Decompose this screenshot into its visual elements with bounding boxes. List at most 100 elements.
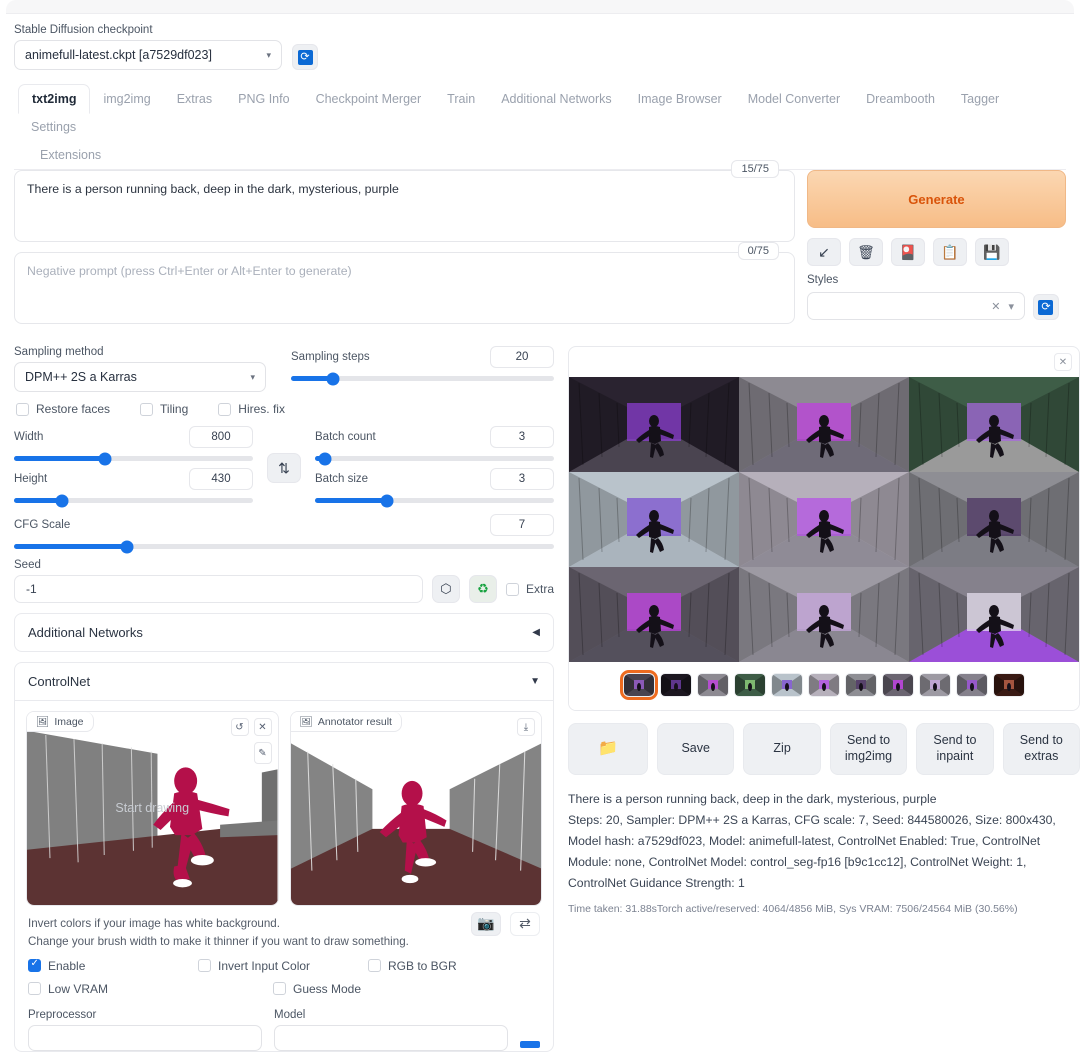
- styles-clear-icon[interactable]: ✕: [991, 300, 1000, 313]
- gallery-thumbnail[interactable]: [624, 674, 654, 696]
- tab-train[interactable]: Train: [434, 85, 488, 113]
- save-button[interactable]: Save: [657, 723, 734, 775]
- gallery-thumbnail[interactable]: [994, 674, 1024, 696]
- checkbox-restore-faces[interactable]: Restore faces: [16, 402, 110, 416]
- thumbnail-image: [957, 674, 987, 696]
- height-slider[interactable]: [14, 498, 253, 503]
- gallery-image[interactable]: [909, 567, 1079, 662]
- controlnet-swap-button[interactable]: ⇄: [510, 912, 540, 936]
- gallery-thumbnail[interactable]: [772, 674, 802, 696]
- styles-select[interactable]: ✕ ▾: [807, 292, 1025, 320]
- clear-image-button[interactable]: ✕: [254, 718, 272, 736]
- send-to-extras-button[interactable]: Send to extras: [1003, 723, 1080, 775]
- sampling-steps-value[interactable]: 20: [490, 346, 554, 368]
- gallery-image[interactable]: [739, 567, 909, 662]
- save-style-button[interactable]: 💾: [975, 238, 1009, 266]
- prompt-token-counter: 15/75: [731, 160, 779, 178]
- clear-prompt-button[interactable]: 🗑: [849, 238, 883, 266]
- gallery-thumbnail[interactable]: [661, 674, 691, 696]
- batch-size-value[interactable]: 3: [490, 468, 554, 490]
- height-value[interactable]: 430: [189, 468, 253, 490]
- sampling-steps-slider[interactable]: [291, 376, 554, 381]
- random-seed-button[interactable]: ⬡: [432, 575, 460, 603]
- refresh-checkpoints-button[interactable]: ⟳: [292, 44, 318, 70]
- checkbox-invert-input-color[interactable]: Invert Input Color: [198, 959, 368, 973]
- width-slider[interactable]: [14, 456, 253, 461]
- sampling-method-select[interactable]: DPM++ 2S a Karras ▾: [14, 362, 266, 392]
- generate-tool-row: ↙ 🗑 🎴 📋 💾: [807, 238, 1066, 266]
- checkbox-hires-fix[interactable]: Hires. fix: [218, 402, 285, 416]
- brush-button[interactable]: ✎: [254, 742, 272, 764]
- tab-dreambooth[interactable]: Dreambooth: [853, 85, 948, 113]
- gallery-thumbnail[interactable]: [846, 674, 876, 696]
- download-button[interactable]: ⤓: [517, 718, 535, 736]
- checkbox-guess-mode[interactable]: Guess Mode: [273, 982, 473, 996]
- controlnet-annotator-tag: 🖼 Annotator result: [291, 712, 402, 732]
- gallery-thumbnail[interactable]: [809, 674, 839, 696]
- gallery-image[interactable]: [739, 472, 909, 567]
- tab-txt2img[interactable]: txt2img: [18, 84, 90, 114]
- width-value[interactable]: 800: [189, 426, 253, 448]
- tab-tagger[interactable]: Tagger: [948, 85, 1012, 113]
- tab-extensions[interactable]: Extensions: [27, 141, 114, 169]
- gallery-thumbnail-strip: [569, 662, 1079, 710]
- sampling-method-label: Sampling method: [14, 346, 277, 358]
- gallery-image[interactable]: [569, 472, 739, 567]
- refresh-styles-button[interactable]: ⟳: [1033, 294, 1059, 320]
- gallery-image[interactable]: [739, 377, 909, 472]
- checkbox-low-vram[interactable]: Low VRAM: [28, 982, 273, 996]
- gallery-thumbnail[interactable]: [957, 674, 987, 696]
- controlnet-accordion[interactable]: ControlNet ▼: [14, 662, 554, 701]
- batch-count-slider[interactable]: [315, 456, 554, 461]
- checkbox-rgb-to-bgr[interactable]: RGB to BGR: [368, 959, 518, 973]
- tab-additional-networks[interactable]: Additional Networks: [488, 85, 624, 113]
- recycle-icon: ♻: [477, 581, 489, 597]
- prompt-input[interactable]: There is a person running back, deep in …: [14, 170, 795, 242]
- seed-extra-checkbox[interactable]: Extra: [506, 582, 554, 596]
- gallery-thumbnail[interactable]: [920, 674, 950, 696]
- close-gallery-button[interactable]: ✕: [1054, 353, 1072, 371]
- webcam-button[interactable]: 📷: [471, 912, 501, 936]
- checkbox-enable[interactable]: Enable: [28, 959, 198, 973]
- zip-button[interactable]: Zip: [743, 723, 820, 775]
- seed-input[interactable]: -1: [14, 575, 423, 603]
- swap-horizontal-icon: ⇄: [519, 913, 531, 935]
- undo-button[interactable]: ↺: [231, 718, 249, 736]
- tab-img2img[interactable]: img2img: [90, 85, 163, 113]
- tab-image-browser[interactable]: Image Browser: [625, 85, 735, 113]
- card-button[interactable]: 🎴: [891, 238, 925, 266]
- reuse-seed-button[interactable]: ♻: [469, 575, 497, 603]
- open-folder-button[interactable]: 📁: [568, 723, 648, 775]
- tab-png-info[interactable]: PNG Info: [225, 85, 302, 113]
- generate-button[interactable]: Generate: [807, 170, 1066, 228]
- tab-checkpoint-merger[interactable]: Checkpoint Merger: [303, 85, 435, 113]
- additional-networks-accordion[interactable]: Additional Networks ◀: [14, 613, 554, 652]
- tab-model-converter[interactable]: Model Converter: [735, 85, 853, 113]
- paste-params-button[interactable]: ↙: [807, 238, 841, 266]
- negative-prompt-input[interactable]: Negative prompt (press Ctrl+Enter or Alt…: [14, 252, 795, 324]
- send-to-inpaint-button[interactable]: Send to inpaint: [916, 723, 993, 775]
- gallery-image[interactable]: [909, 377, 1079, 472]
- batch-size-slider[interactable]: [315, 498, 554, 503]
- cfg-scale-value[interactable]: 7: [490, 514, 554, 536]
- cfg-scale-slider[interactable]: [14, 544, 554, 549]
- swap-dimensions-button[interactable]: ⇅: [267, 453, 301, 483]
- controlnet-input-image[interactable]: 🖼 Image ↺ ✕ ✎: [26, 711, 279, 906]
- controlnet-refresh-button[interactable]: [520, 1041, 540, 1048]
- gallery-image[interactable]: [569, 567, 739, 662]
- gallery-image[interactable]: [569, 377, 739, 472]
- batch-count-value[interactable]: 3: [490, 426, 554, 448]
- checkbox-tiling[interactable]: Tiling: [140, 402, 188, 416]
- checkpoint-select[interactable]: animefull-latest.ckpt [a7529df023] ▾: [14, 40, 282, 70]
- gallery-thumbnail[interactable]: [698, 674, 728, 696]
- gallery-image[interactable]: [909, 472, 1079, 567]
- preprocessor-select[interactable]: [28, 1025, 262, 1051]
- metadata-params: Steps: 20, Sampler: DPM++ 2S a Karras, C…: [568, 810, 1080, 894]
- gallery-thumbnail[interactable]: [735, 674, 765, 696]
- tab-extras[interactable]: Extras: [164, 85, 225, 113]
- controlnet-model-select[interactable]: [274, 1025, 508, 1051]
- tab-settings[interactable]: Settings: [18, 113, 89, 141]
- gallery-thumbnail[interactable]: [883, 674, 913, 696]
- clipboard-button[interactable]: 📋: [933, 238, 967, 266]
- send-to-img2img-button[interactable]: Send to img2img: [830, 723, 907, 775]
